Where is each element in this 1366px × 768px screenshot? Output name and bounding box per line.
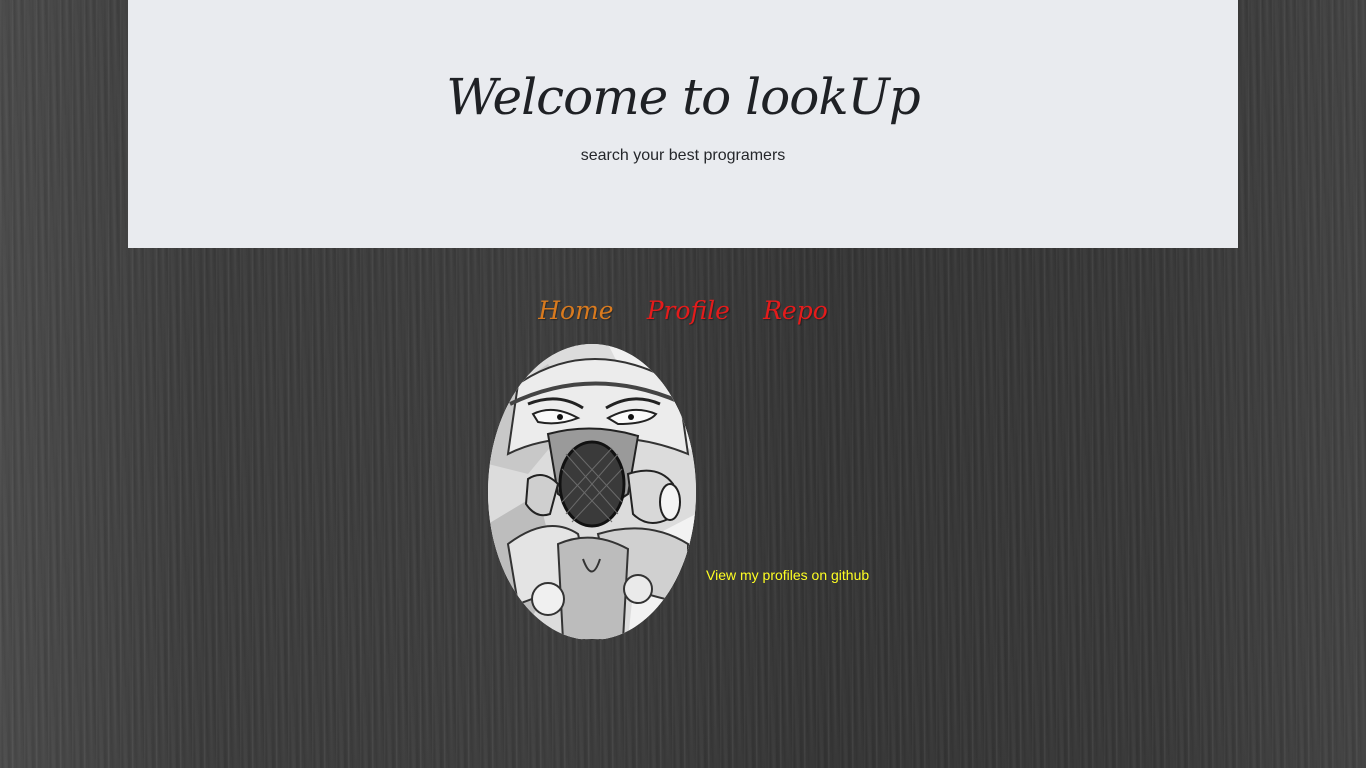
nav-link-home[interactable]: Home [538,292,613,330]
profile-avatar-image [488,344,696,640]
page-title: Welcome to lookUp [446,68,921,126]
nav-link-profile[interactable]: Profile [647,292,730,330]
github-profile-link[interactable]: View my profiles on github [706,566,869,584]
main-nav: Home Profile Repo [0,292,1366,332]
nav-link-repo[interactable]: Repo [763,292,828,330]
page-subtitle: search your best programers [580,147,786,164]
header-jumbotron: Welcome to lookUp search your best progr… [128,0,1238,248]
